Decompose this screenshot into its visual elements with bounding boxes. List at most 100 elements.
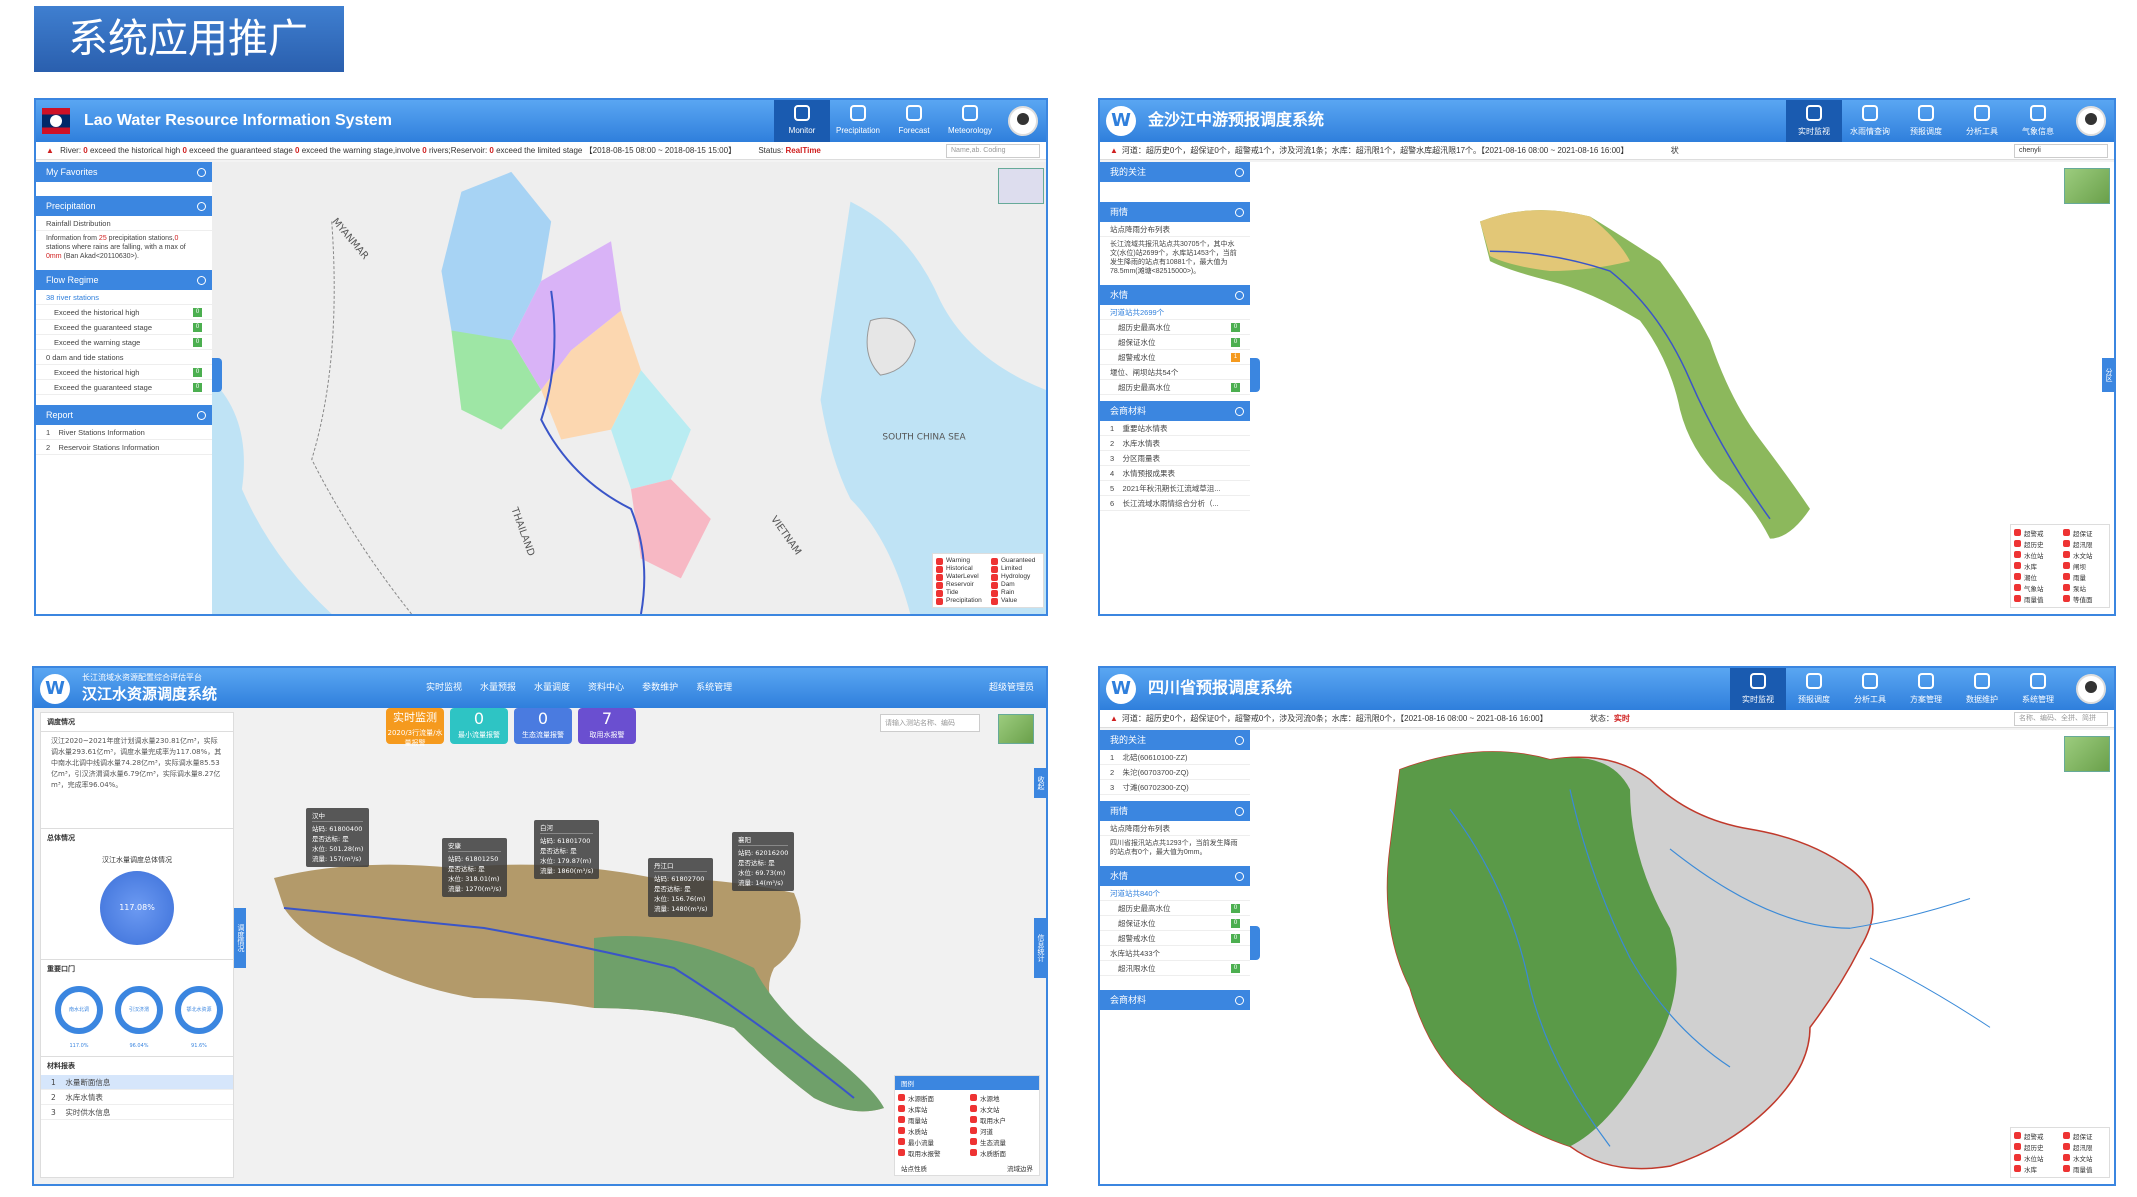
list-item[interactable]: 超历史最高水位 0 — [1100, 320, 1250, 335]
sichuan-map[interactable]: 超警戒 超保证 超历史 超汛限 水位站 水文站 水库 雨量值 — [1250, 730, 2114, 1184]
toggle-station[interactable]: 站点性质 — [901, 1163, 927, 1173]
jinsha-nav-tools[interactable]: 分析工具 — [1954, 100, 2010, 142]
sichuan-nav-system[interactable]: 系统管理 — [2010, 668, 2066, 710]
river-stations-toggle[interactable]: 河道站共840个 — [1100, 886, 1250, 901]
report-row[interactable]: 5 2021年秋汛期长江流域草沮... — [1100, 481, 1250, 496]
reservoir-stations-toggle[interactable]: 水库站共433个 — [1100, 946, 1250, 961]
sichuan-nav-forecast[interactable]: 预报调度 — [1786, 668, 1842, 710]
report-row[interactable]: 6 长江流域水雨情综合分析（... — [1100, 496, 1250, 511]
sichuan-minimap[interactable] — [2064, 736, 2110, 772]
list-item[interactable]: 超保证水位 0 — [1100, 916, 1250, 931]
stat-realtime[interactable]: 实时监测 2020/3行流量/水量报警 — [386, 708, 444, 747]
jinsha-map[interactable]: 超警戒 超保证 超历史 超汛限 水位站 水文站 水库 闸坝 潮位 雨量 气象站 泵站 雨量值… — [1250, 162, 2114, 614]
water-header[interactable]: 水情 — [1100, 866, 1250, 886]
user-avatar[interactable] — [1008, 106, 1038, 136]
dam-stations-toggle[interactable]: 堰位、闸坝站共54个 — [1100, 365, 1250, 380]
favorite-row[interactable]: 3 寸滩(60702300-ZQ) — [1100, 780, 1250, 795]
hanjiang-nav-data[interactable]: 资料中心 — [588, 668, 624, 708]
rainfall-distribution-link[interactable]: Rainfall Distribution — [36, 216, 212, 231]
report-header[interactable]: Report — [36, 405, 212, 425]
list-item[interactable]: 超历史最高水位 0 — [1100, 901, 1250, 916]
list-item[interactable]: Exceed the guaranteed stage 0 — [36, 380, 212, 395]
list-item[interactable]: 超警戒水位 0 — [1100, 931, 1250, 946]
list-item[interactable]: 超警戒水位 1 — [1100, 350, 1250, 365]
laos-nav-forecast[interactable]: Forecast — [886, 100, 942, 142]
laos-sidebar-collapse[interactable] — [212, 358, 222, 392]
list-item[interactable]: 超保证水位 0 — [1100, 335, 1250, 350]
sichuan-sidebar-collapse[interactable] — [1250, 926, 1260, 960]
list-item[interactable]: Exceed the guaranteed stage 0 — [36, 320, 212, 335]
user-avatar[interactable] — [2076, 674, 2106, 704]
report-row[interactable]: 2 水库水情表 — [41, 1090, 233, 1105]
side-tab-dispatch[interactable]: 调度情况 — [234, 908, 246, 968]
report-row[interactable]: 2 Reservoir Stations Information — [36, 440, 212, 455]
laos-nav-monitor[interactable]: Monitor — [774, 100, 830, 142]
side-tab-collapse[interactable]: 收起 — [1034, 768, 1046, 798]
dam-stations-toggle[interactable]: 0 dam and tide stations — [36, 350, 212, 365]
gates-section-title[interactable]: 重要口门 — [41, 959, 233, 978]
overall-section-title[interactable]: 总体情况 — [41, 828, 233, 847]
report-row[interactable]: 3 实时供水信息 — [41, 1105, 233, 1120]
list-item[interactable]: 超历史最高水位 0 — [1100, 380, 1250, 395]
favorites-header[interactable]: 我的关注 — [1100, 730, 1250, 750]
flow-regime-header[interactable]: Flow Regime — [36, 270, 212, 290]
station-card[interactable]: 丹江口 站码: 61802700 是否达标: 是水位: 156.76(m) 流量: 1… — [648, 858, 714, 917]
river-stations-toggle[interactable]: 38 river stations — [36, 290, 212, 305]
report-row[interactable]: 1 River Stations Information — [36, 425, 212, 440]
hanjiang-minimap[interactable] — [998, 714, 1034, 744]
jinsha-sidebar-collapse[interactable] — [1250, 358, 1260, 392]
rain-header[interactable]: 雨情 — [1100, 202, 1250, 222]
my-favorites-header[interactable]: My Favorites — [36, 162, 212, 182]
jinsha-nav-monitor[interactable]: 实时监视 — [1786, 100, 1842, 142]
stat-min-flow[interactable]: 0 最小流量报警 — [450, 708, 508, 744]
sichuan-search-input[interactable]: 名称、编码、全拼、简拼 — [2014, 712, 2108, 726]
reports-header[interactable]: 会商材料 — [1100, 401, 1250, 421]
report-row[interactable]: 1 重要站水情表 — [1100, 421, 1250, 436]
jinsha-minimap[interactable] — [2064, 168, 2110, 204]
laos-minimap[interactable] — [998, 168, 1044, 204]
reports-header[interactable]: 会商材料 — [1100, 990, 1250, 1010]
report-row[interactable]: 3 分区雨量表 — [1100, 451, 1250, 466]
laos-nav-meteorology[interactable]: Meteorology — [942, 100, 998, 142]
hanjiang-nav-dispatch[interactable]: 水量调度 — [534, 668, 570, 708]
list-item[interactable]: 超汛限水位 0 — [1100, 961, 1250, 976]
jinsha-nav-forecast[interactable]: 预报调度 — [1898, 100, 1954, 142]
jinsha-nav-query[interactable]: 水雨情查询 — [1842, 100, 1898, 142]
station-card[interactable]: 汉中 站码: 61800400 是否达标: 是水位: 501.28(m) 流量: 15… — [306, 808, 370, 867]
laos-nav-precipitation[interactable]: Precipitation — [830, 100, 886, 142]
jinsha-search-input[interactable]: chenyli — [2014, 144, 2108, 158]
user-avatar[interactable] — [2076, 106, 2106, 136]
water-header[interactable]: 水情 — [1100, 285, 1250, 305]
dispatch-section-title[interactable]: 调度情况 — [41, 713, 233, 732]
rain-header[interactable]: 雨情 — [1100, 801, 1250, 821]
river-stations-toggle[interactable]: 河道站共2699个 — [1100, 305, 1250, 320]
favorites-header[interactable]: 我的关注 — [1100, 162, 1250, 182]
sichuan-nav-tools[interactable]: 分析工具 — [1842, 668, 1898, 710]
list-item[interactable]: Exceed the historical high 0 — [36, 365, 212, 380]
favorite-row[interactable]: 1 北碚(60610100-ZZ) — [1100, 750, 1250, 765]
hanjiang-nav-monitor[interactable]: 实时监视 — [426, 668, 462, 708]
sichuan-nav-plans[interactable]: 方案管理 — [1898, 668, 1954, 710]
list-item[interactable]: Exceed the warning stage 0 — [36, 335, 212, 350]
jinsha-right-tab[interactable]: 分区 — [2102, 358, 2114, 392]
station-card[interactable]: 白河 站码: 61801700 是否达标: 是水位: 179.87(m) 流量: 18… — [534, 820, 600, 879]
hanjiang-nav-system[interactable]: 系统管理 — [696, 668, 732, 708]
side-tab-stats[interactable]: 信息统计 — [1034, 918, 1046, 978]
hanjiang-nav-params[interactable]: 参数维护 — [642, 668, 678, 708]
sichuan-nav-monitor[interactable]: 实时监视 — [1730, 668, 1786, 710]
laos-search-input[interactable]: Name,ab. Coding — [946, 144, 1040, 158]
favorite-row[interactable]: 2 朱沱(60703700-ZQ) — [1100, 765, 1250, 780]
rain-distribution-link[interactable]: 站点降雨分布列表 — [1100, 222, 1250, 237]
report-row[interactable]: 4 水情预报成果表 — [1100, 466, 1250, 481]
toggle-boundary[interactable]: 流域边界 — [1007, 1163, 1033, 1173]
rain-distribution-link[interactable]: 站点降雨分布列表 — [1100, 821, 1250, 836]
jinsha-nav-weather[interactable]: 气象信息 — [2010, 100, 2066, 142]
stat-eco-flow[interactable]: 0 生态流量报警 — [514, 708, 572, 744]
hanjiang-search-input[interactable]: 请输入测站名称、编码 — [880, 714, 980, 732]
user-menu[interactable]: 超级管理员 — [989, 668, 1034, 708]
list-item[interactable]: Exceed the historical high 0 — [36, 305, 212, 320]
report-row[interactable]: 1 水量断面信息 — [41, 1075, 233, 1090]
stat-water-use[interactable]: 7 取用水报警 — [578, 708, 636, 744]
precipitation-header[interactable]: Precipitation — [36, 196, 212, 216]
station-card[interactable]: 安康 站码: 61801250 是否达标: 是水位: 318.01(m) 流量: 12… — [442, 838, 508, 897]
